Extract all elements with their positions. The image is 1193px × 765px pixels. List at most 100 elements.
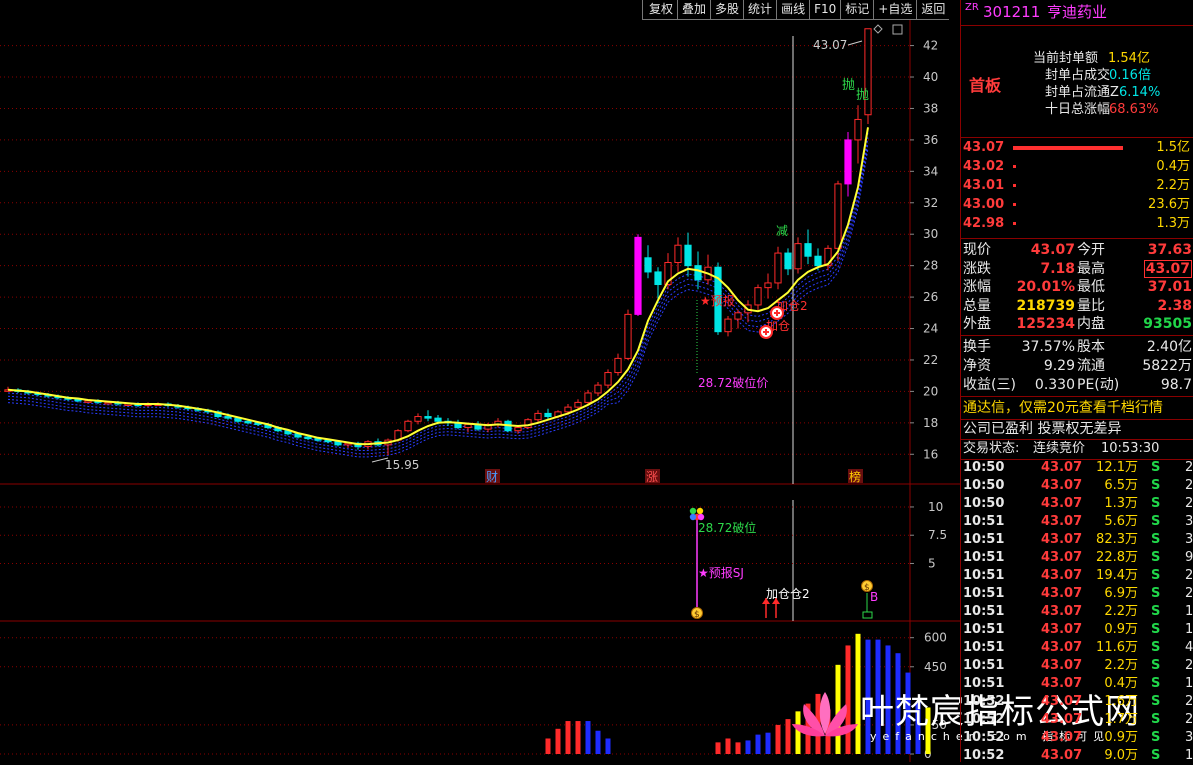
tick-row[interactable]: 10:51 43.07 2.2万 S 1: [961, 603, 1193, 621]
toolbar-f10-button[interactable]: F10: [809, 0, 841, 20]
chart-canvas[interactable]: 16 18 20 22 24 26 28 30 32 34 36 38 40 42 43.07 15.95 28…: [0, 0, 960, 762]
candle-body: [574, 401, 582, 408]
order-book-row[interactable]: 43.00 23.6万: [961, 196, 1193, 214]
kline-chart-area[interactable]: 16 18 20 22 24 26 28 30 32 34 36 38 40 42 43.07 15.95 28…: [0, 0, 960, 762]
order-book-row[interactable]: 42.98 1.3万: [961, 215, 1193, 233]
signal-add-label: 加仓仓2: [766, 587, 810, 601]
tick-side: S: [1151, 640, 1161, 655]
tick-row[interactable]: 10:51 43.07 2.2万 S 2: [961, 657, 1193, 675]
quote-label: 内盘: [1077, 316, 1105, 332]
order-book-row[interactable]: 43.01 2.2万: [961, 177, 1193, 195]
quote-value: 20.01%: [1016, 279, 1075, 295]
tick-row[interactable]: 10:52 43.07 9.0万 S 1: [961, 747, 1193, 765]
stock-name[interactable]: 亨迪药业: [1047, 2, 1107, 22]
candle-body: [224, 416, 232, 419]
volume-bar: [925, 707, 931, 754]
candle-body: [794, 243, 802, 270]
tick-side: S: [1151, 496, 1161, 511]
quote-value: 7.18: [1040, 260, 1075, 277]
tick-price: 43.07: [1041, 730, 1083, 745]
volume-bar: [825, 709, 831, 754]
tick-volume: 11.6万: [1096, 640, 1138, 655]
sell-label: 抛: [856, 88, 869, 103]
tick-count: 3: [1185, 532, 1193, 547]
toolbar-overlay-button[interactable]: 叠加: [677, 0, 711, 20]
candle-body: [734, 312, 742, 320]
tick-time: 10:51: [963, 676, 1005, 691]
tick-count: 1: [1185, 748, 1193, 763]
candle-body: [654, 271, 662, 286]
tick-row[interactable]: 10:52 43.07 1.6万 S 2: [961, 693, 1193, 711]
order-volume-bar: [1013, 165, 1016, 168]
tick-row[interactable]: 10:51 43.07 22.8万 S 9: [961, 549, 1193, 567]
tick-row[interactable]: 10:50 43.07 6.5万 S 2: [961, 477, 1193, 495]
finance-value: 98.7: [1160, 377, 1192, 393]
order-book-row[interactable]: 43.02 0.4万: [961, 158, 1193, 176]
finance-row: 换手 37.57% 股本 2.40亿: [961, 338, 1193, 356]
event-marker-label: 榜: [849, 469, 861, 484]
stock-code[interactable]: 301211: [983, 2, 1040, 22]
tick-side: S: [1151, 532, 1161, 547]
promo-text[interactable]: 通达信，仅需20元查看千档行情: [963, 398, 1163, 418]
order-price: 42.98: [963, 216, 1005, 231]
finance-label: 流通: [1077, 358, 1105, 374]
tick-side: S: [1151, 694, 1161, 709]
tick-row[interactable]: 10:52 43.07 0.9万 S 3: [961, 729, 1193, 747]
tick-count: 2: [1185, 658, 1193, 673]
toolbar-stats-button[interactable]: 统计: [743, 0, 777, 20]
toolbar-draw-line-button[interactable]: 画线: [776, 0, 810, 20]
tick-row[interactable]: 10:51 43.07 0.4万 S 1: [961, 675, 1193, 693]
tick-row[interactable]: 10:51 43.07 82.3万 S 3: [961, 531, 1193, 549]
finance-row: 收益(三) 0.330 PE(动) 98.7: [961, 376, 1193, 394]
tick-price: 43.07: [1041, 748, 1083, 763]
tick-side: S: [1151, 550, 1161, 565]
candle-body: [834, 183, 842, 249]
quote-label: 外盘: [963, 316, 991, 332]
tick-side: S: [1151, 748, 1161, 763]
toolbar-add-watchlist-button[interactable]: +自选: [873, 0, 917, 20]
tick-price: 43.07: [1041, 658, 1083, 673]
tick-volume: 0.4万: [1104, 676, 1138, 691]
quote-label: 最高: [1077, 260, 1105, 277]
quote-value: 2.38: [1157, 297, 1192, 314]
tick-time: 10:51: [963, 586, 1005, 601]
tick-row[interactable]: 10:51 43.07 19.4万 S 2: [961, 567, 1193, 585]
tick-volume: 2.2万: [1104, 658, 1138, 673]
tick-row[interactable]: 10:50 43.07 1.3万 S 2: [961, 495, 1193, 513]
tick-row[interactable]: 10:51 43.07 0.9万 S 1: [961, 621, 1193, 639]
candle-body: [644, 257, 652, 273]
finance-value: 5822万: [1142, 358, 1192, 374]
tick-count: 2: [1185, 586, 1193, 601]
order-volume-bar: [1013, 203, 1016, 206]
signal-box: [862, 611, 873, 619]
toolbar-multi-stock-button[interactable]: 多股: [710, 0, 744, 20]
tick-volume: 1.7万: [1104, 712, 1138, 727]
order-volume: 23.6万: [1148, 197, 1190, 212]
toolbar-back-button[interactable]: 返回: [916, 0, 950, 20]
price-tick-label: 20: [923, 384, 938, 398]
signal-tick-label: 7.5: [928, 528, 947, 542]
volume-bar: [745, 740, 751, 754]
notice-text: 公司已盈利 投票权无差异: [963, 421, 1122, 437]
finance-label: 股本: [1077, 339, 1105, 355]
seal-label: 当前封单额: [1033, 51, 1099, 66]
quote-value: 37.63: [1147, 242, 1192, 258]
toolbar-mark-button[interactable]: 标记: [840, 0, 874, 20]
toolbar-fuquan-button[interactable]: 复权: [642, 0, 678, 20]
tick-price: 43.07: [1041, 532, 1083, 547]
price-tick-label: 22: [923, 353, 938, 367]
quote-label: 总量: [963, 297, 991, 314]
tick-row[interactable]: 10:51 43.07 6.9万 S 2: [961, 585, 1193, 603]
tick-time: 10:51: [963, 640, 1005, 655]
promo-banner[interactable]: 通达信，仅需20元查看千档行情: [961, 398, 1193, 418]
tick-time: 10:51: [963, 658, 1005, 673]
diamond-icon: [873, 24, 883, 34]
tick-row[interactable]: 10:51 43.07 5.6万 S 3: [961, 513, 1193, 531]
order-book-row[interactable]: 43.07 1.5亿: [961, 139, 1193, 157]
tick-row[interactable]: 10:52 43.07 1.7万 S 2: [961, 711, 1193, 729]
tick-row[interactable]: 10:50 43.07 12.1万 S 2: [961, 459, 1193, 477]
candle-body: [514, 427, 522, 432]
volume-bar: [545, 738, 551, 754]
volume-bar: [765, 732, 771, 754]
tick-row[interactable]: 10:51 43.07 11.6万 S 4: [961, 639, 1193, 657]
